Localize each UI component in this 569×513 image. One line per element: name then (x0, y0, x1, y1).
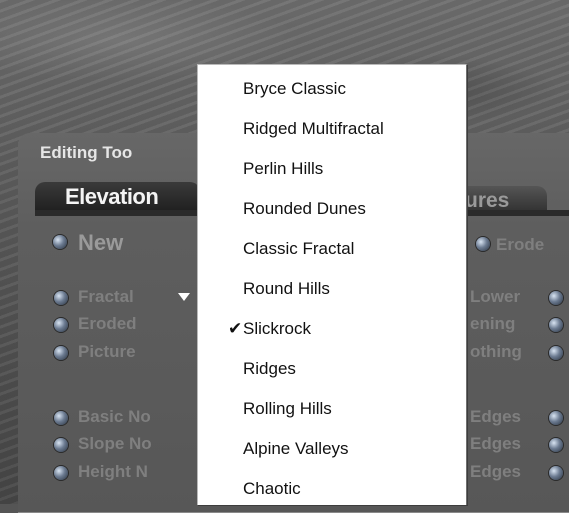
smoothing-label[interactable]: othing (470, 342, 522, 362)
picture-label[interactable]: Picture (78, 342, 136, 362)
menu-item-chaotic[interactable]: Chaotic (198, 469, 466, 509)
eroded-label[interactable]: Eroded (78, 314, 137, 334)
menu-item-bryce-classic[interactable]: Bryce Classic (198, 69, 466, 109)
menu-item-rolling-hills[interactable]: Rolling Hills (198, 389, 466, 429)
menu-item-label: Ridges (243, 359, 296, 378)
edges-radio-icon-3[interactable] (549, 466, 563, 480)
chevron-down-icon[interactable] (178, 293, 190, 301)
new-radio-icon[interactable] (53, 235, 67, 249)
menu-item-classic-fractal[interactable]: Classic Fractal (198, 229, 466, 269)
menu-item-slickrock[interactable]: ✔ Slickrock (198, 309, 466, 349)
menu-item-label: Chaotic (243, 479, 301, 498)
fractal-label[interactable]: Fractal (78, 287, 134, 307)
menu-item-ridges[interactable]: Ridges (198, 349, 466, 389)
lower-radio-icon[interactable] (549, 291, 563, 305)
edges-label-2[interactable]: Edges (470, 434, 521, 454)
menu-item-perlin-hills[interactable]: Perlin Hills (198, 149, 466, 189)
basic-noise-label[interactable]: Basic No (78, 407, 151, 427)
height-noise-radio-icon[interactable] (54, 466, 68, 480)
smoothing-radio-icon[interactable] (549, 346, 563, 360)
edges-label-1[interactable]: Edges (470, 407, 521, 427)
menu-item-ridged-multifractal[interactable]: Ridged Multifractal (198, 109, 466, 149)
fractal-radio-icon[interactable] (54, 291, 68, 305)
menu-item-label: Ridged Multifractal (243, 119, 384, 138)
fractal-type-menu: Bryce Classic Ridged Multifractal Perlin… (197, 64, 467, 505)
menu-item-label: Alpine Valleys (243, 439, 349, 458)
menu-item-alpine-valleys[interactable]: Alpine Valleys (198, 429, 466, 469)
erode-radio-icon[interactable] (476, 237, 490, 251)
slope-noise-radio-icon[interactable] (54, 438, 68, 452)
menu-item-label: Perlin Hills (243, 159, 324, 178)
menu-item-round-hills[interactable]: Round Hills (198, 269, 466, 309)
menu-item-rounded-dunes[interactable]: Rounded Dunes (198, 189, 466, 229)
menu-item-label: Rounded Dunes (243, 199, 366, 218)
panel-title: Editing Too (40, 143, 133, 162)
basic-noise-radio-icon[interactable] (54, 411, 68, 425)
erode-label[interactable]: Erode (496, 235, 544, 255)
lower-label[interactable]: Lower (470, 287, 520, 307)
edges-radio-icon-2[interactable] (549, 438, 563, 452)
tab-elevation[interactable]: Elevation (35, 182, 200, 212)
picture-radio-icon[interactable] (54, 346, 68, 360)
slope-noise-label[interactable]: Slope No (78, 434, 152, 454)
menu-item-label: Rolling Hills (243, 399, 332, 418)
edges-label-3[interactable]: Edges (470, 462, 521, 482)
checkmark-icon: ✔ (228, 319, 243, 338)
eroded-radio-icon[interactable] (54, 318, 68, 332)
menu-item-label: Classic Fractal (243, 239, 355, 258)
edges-radio-icon-1[interactable] (549, 411, 563, 425)
sharpening-radio-icon[interactable] (549, 318, 563, 332)
menu-item-label: Round Hills (243, 279, 330, 298)
height-noise-label[interactable]: Height N (78, 462, 148, 482)
new-label[interactable]: New (78, 230, 123, 256)
sharpening-label[interactable]: ening (470, 314, 515, 334)
menu-item-label: Slickrock (243, 319, 312, 338)
menu-item-label: Bryce Classic (243, 79, 346, 98)
